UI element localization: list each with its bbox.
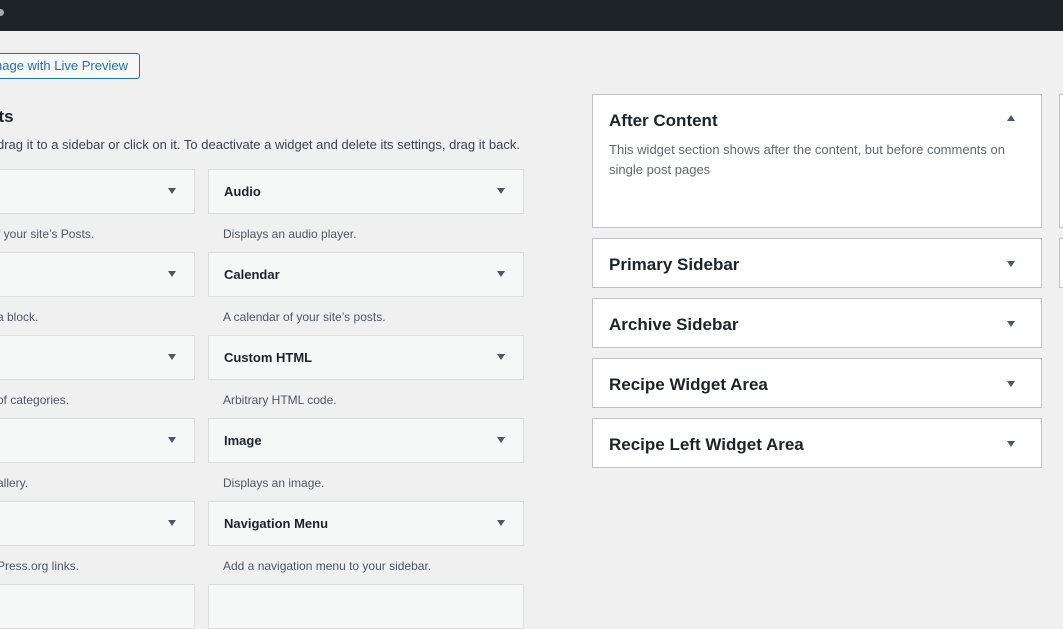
area-description: This widget section shows after the cont… <box>609 142 1005 177</box>
widget-audio[interactable]: Audio <box>208 169 524 214</box>
area-recipe-left-widget-area[interactable]: Recipe Left Widget Area <box>592 418 1042 468</box>
widget-description: Press.org links. <box>0 559 80 573</box>
area-recipe-widget-area[interactable]: Recipe Widget Area <box>592 358 1042 408</box>
clipped-area-edge <box>1059 94 1063 228</box>
widget-title: Calendar <box>224 267 280 282</box>
arrow-down-icon[interactable] <box>1007 381 1015 387</box>
widget-description: Displays an image. <box>223 476 325 490</box>
widget-right-6[interactable] <box>208 584 524 629</box>
widget-image[interactable]: Image <box>208 418 524 463</box>
arrow-down-icon[interactable] <box>1007 441 1015 447</box>
widget-description: Displays an audio player. <box>223 227 357 241</box>
widget-description: A calendar of your site’s posts. <box>223 310 386 324</box>
area-title[interactable]: Primary Sidebar <box>609 255 739 275</box>
widget-left-4[interactable] <box>0 418 195 463</box>
widget-left-2[interactable] <box>0 252 195 297</box>
wordpress-logo-icon[interactable] <box>0 9 4 16</box>
arrow-down-icon[interactable] <box>168 188 176 194</box>
widget-left-3[interactable] <box>0 335 195 380</box>
widget-description: allery. <box>0 476 29 490</box>
widget-description: f your site’s Posts. <box>0 227 95 241</box>
widget-title: Image <box>224 433 262 448</box>
widget-title: Audio <box>224 184 261 199</box>
widget-left-1[interactable] <box>0 169 195 214</box>
available-widgets-instructions: drag it to a sidebar or click on it. To … <box>0 137 520 152</box>
arrow-down-icon[interactable] <box>497 188 505 194</box>
arrow-down-icon[interactable] <box>168 354 176 360</box>
area-title[interactable]: Recipe Left Widget Area <box>609 435 804 455</box>
widget-title: Custom HTML <box>224 350 313 365</box>
clipped-area-edge <box>1059 238 1063 288</box>
widget-left-5[interactable] <box>0 501 195 546</box>
area-title[interactable]: Archive Sidebar <box>609 315 738 335</box>
arrow-down-icon[interactable] <box>168 437 176 443</box>
manage-live-preview-button[interactable]: nage with Live Preview <box>0 53 140 79</box>
admin-bar <box>0 0 1063 31</box>
arrow-down-icon[interactable] <box>168 520 176 526</box>
arrow-down-icon[interactable] <box>497 520 505 526</box>
arrow-down-icon[interactable] <box>168 271 176 277</box>
arrow-down-icon[interactable] <box>1007 261 1015 267</box>
widget-description: Add a navigation menu to your sidebar. <box>223 559 432 573</box>
widget-navigation-menu[interactable]: Navigation Menu <box>208 501 524 546</box>
widget-description: of categories. <box>0 393 70 407</box>
area-archive-sidebar[interactable]: Archive Sidebar <box>592 298 1042 348</box>
area-title[interactable]: Recipe Widget Area <box>609 375 768 395</box>
arrow-up-icon[interactable] <box>1007 115 1015 121</box>
widget-left-6[interactable] <box>0 584 195 629</box>
widget-calendar[interactable]: Calendar <box>208 252 524 297</box>
available-widgets-heading: ets <box>0 107 14 126</box>
widget-title: Navigation Menu <box>224 516 329 531</box>
arrow-down-icon[interactable] <box>497 271 505 277</box>
area-after-content: After Content This widget section shows … <box>592 94 1042 228</box>
area-primary-sidebar[interactable]: Primary Sidebar <box>592 238 1042 288</box>
arrow-down-icon[interactable] <box>497 437 505 443</box>
arrow-down-icon[interactable] <box>1007 321 1015 327</box>
area-title[interactable]: After Content <box>609 111 718 131</box>
arrow-down-icon[interactable] <box>497 354 505 360</box>
widget-description: Arbitrary HTML code. <box>223 393 337 407</box>
widget-custom-html[interactable]: Custom HTML <box>208 335 524 380</box>
widget-description: a block. <box>0 310 39 324</box>
